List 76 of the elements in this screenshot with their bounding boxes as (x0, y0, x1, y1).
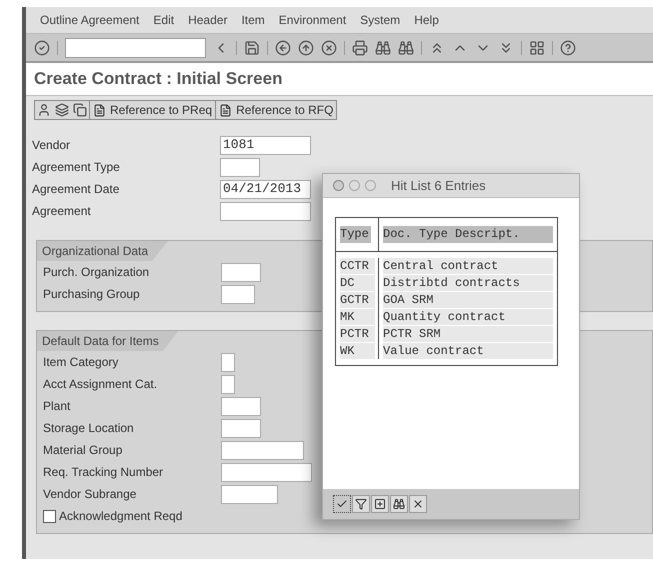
field-label: Vendor Subrange (43, 486, 138, 503)
menu-item[interactable]: Help (414, 11, 439, 29)
find-icon[interactable] (390, 495, 408, 513)
stack-icon[interactable] (55, 103, 69, 117)
table-cell[interactable]: Quantity contract (383, 309, 553, 325)
field-label: Acct Assignment Cat. (43, 376, 158, 393)
screen-title: Create Contract : Initial Screen (34, 68, 282, 90)
column-header[interactable]: Doc. Type Descript. (383, 226, 553, 243)
window-button-icon[interactable] (333, 180, 344, 191)
command-field[interactable] (65, 38, 206, 58)
input-field[interactable]: 1081 (220, 136, 311, 154)
dialog-title: Hit List 6 Entries (391, 176, 486, 195)
input-field[interactable] (221, 396, 261, 416)
check-icon[interactable] (333, 495, 351, 513)
group-title: Default Data for Items (37, 331, 179, 351)
help-icon[interactable] (560, 40, 576, 56)
menu-item[interactable]: Edit (153, 11, 174, 29)
field-label: Item Category (43, 354, 120, 371)
checkbox-label: Acknowledgment Reqd (59, 508, 182, 525)
exit-icon[interactable] (298, 40, 314, 56)
enter-icon[interactable] (34, 40, 50, 56)
menu-item[interactable]: Environment (278, 11, 346, 29)
input-field[interactable] (221, 484, 278, 504)
find-next-icon[interactable] (398, 40, 414, 56)
input-field[interactable] (221, 352, 235, 372)
checkbox[interactable] (43, 510, 56, 522)
field-label: Req. Tracking Number (43, 464, 164, 481)
table-cell[interactable]: GOA SRM (383, 292, 553, 308)
table-cell[interactable]: DC (340, 275, 375, 291)
input-field[interactable] (221, 284, 255, 304)
menu-item[interactable]: Header (188, 11, 228, 29)
filter-icon[interactable] (352, 495, 370, 513)
input-field[interactable] (221, 440, 304, 460)
layout-icon[interactable] (529, 40, 545, 56)
field-label: Agreement (32, 203, 92, 220)
input-field[interactable] (221, 374, 235, 394)
find-icon[interactable] (375, 40, 391, 56)
save-icon[interactable] (244, 40, 260, 56)
field-label: Material Group (43, 442, 124, 459)
field-label: Vendor (32, 137, 72, 154)
table-cell[interactable]: GCTR (340, 292, 375, 308)
table-cell[interactable]: CCTR (340, 258, 375, 274)
table-cell[interactable]: WK (340, 343, 375, 359)
input-field[interactable] (221, 262, 261, 282)
field-label: Plant (43, 398, 72, 415)
input-field[interactable] (221, 462, 312, 482)
field-label: Purchasing Group (43, 286, 141, 303)
close-icon[interactable] (409, 495, 427, 513)
input-field[interactable] (220, 202, 311, 220)
input-field[interactable]: 04/21/2013 (220, 180, 311, 198)
field-label: Purch. Organization (43, 264, 150, 281)
reference-button[interactable]: Reference to RFQ (215, 101, 336, 119)
cancel-icon[interactable] (321, 40, 337, 56)
menu-item[interactable]: System (360, 11, 400, 29)
field-label: Storage Location (43, 420, 135, 437)
back-icon[interactable] (275, 40, 291, 56)
print-icon[interactable] (352, 40, 368, 56)
table-cell[interactable]: Distribtd contracts (383, 275, 553, 291)
input-field[interactable] (221, 418, 261, 438)
table-cell[interactable]: Value contract (383, 343, 553, 359)
table-cell[interactable]: PCTR SRM (383, 326, 553, 342)
table-cell[interactable]: MK (340, 309, 375, 325)
table-cell[interactable]: PCTR (340, 326, 375, 342)
field-label: Agreement Date (32, 181, 120, 198)
input-field[interactable] (220, 158, 260, 176)
column-header[interactable]: Type (340, 226, 371, 243)
field-label: Agreement Type (32, 159, 121, 176)
person-icon[interactable] (37, 103, 51, 117)
document-icon (219, 104, 232, 116)
menu-item[interactable]: Item (241, 11, 265, 29)
menu-item[interactable]: Outline Agreement (40, 11, 140, 29)
group-title: Organizational Data (37, 241, 168, 261)
table-cell[interactable]: Central contract (383, 258, 553, 274)
document-icon (93, 104, 106, 116)
reference-button[interactable]: Reference to PReq (89, 101, 216, 119)
copy-icon[interactable] (73, 103, 87, 117)
